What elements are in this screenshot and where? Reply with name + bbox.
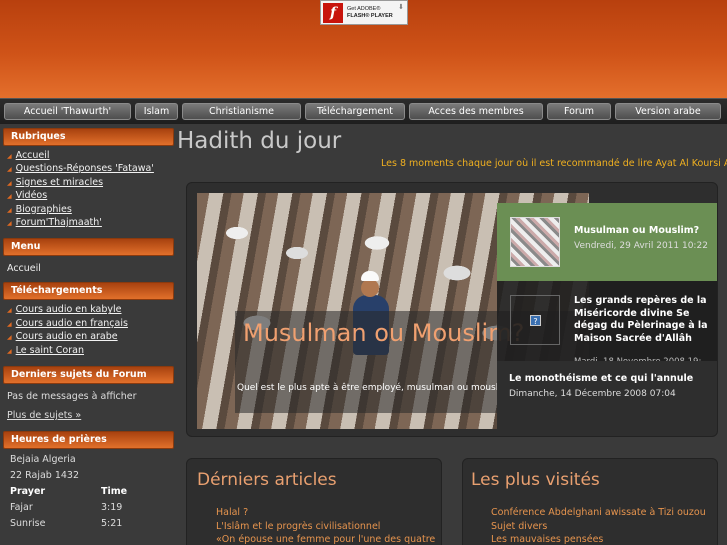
nav-forum[interactable]: Forum [547, 103, 611, 120]
slide-item-date: Dimanche, 14 Décembre 2008 07:04 [509, 389, 676, 399]
get-flash-player-badge[interactable]: f Get ADOBE® FLASH® PLAYER ⬇ [320, 0, 408, 25]
missing-image-icon: ? [530, 315, 541, 326]
slide-item[interactable]: ? Les grands repères de la Miséricorde d… [497, 281, 717, 361]
rubrique-link-signes[interactable]: Signes et miracles [7, 177, 174, 190]
prayer-row: Fajar 3:19 [3, 500, 174, 516]
article-link[interactable]: «On épouse une femme pour l'une des quat… [216, 533, 435, 545]
time-col-header: Time [101, 486, 128, 498]
forum-empty-text: Pas de messages à afficher [7, 391, 137, 403]
rubriques-heading: Rubriques [3, 128, 174, 146]
rubrique-link-accueil[interactable]: Accueil [7, 150, 174, 163]
nav-telechargement[interactable]: Téléchargement [305, 103, 405, 120]
most-visited-list: Conférence Abdelghani awissate à Tizi ou… [491, 506, 706, 545]
menu-heading: Menu [3, 238, 174, 257]
prayer-col-header: Prayer [10, 486, 46, 498]
page-title: Hadith du jour [177, 128, 342, 154]
slide-title[interactable]: Musulman ou Mouslim? [243, 319, 524, 347]
prayer-city: Bejaia Algeria [10, 454, 76, 466]
nav-christianisme[interactable]: Christianisme [182, 103, 301, 120]
forum-topics-heading: Derniers sujets du Forum [3, 366, 174, 385]
rubrique-link-biographies[interactable]: Biographies [7, 204, 174, 217]
slide-item-active[interactable]: Musulman ou Mouslim? Vendredi, 29 Avril … [497, 203, 717, 281]
slide-item-date: Vendredi, 29 Avril 2011 10:22 [574, 241, 708, 251]
main-navigation: Accueil 'Thawurth' Islam Christianisme T… [0, 98, 727, 124]
latest-articles-heading: Dérniers articles [197, 470, 337, 490]
prayer-hijri-date: 22 Rajab 1432 [10, 470, 80, 482]
download-link-coran[interactable]: Le saint Coran [7, 345, 174, 358]
slide-thumbnail: ? [510, 295, 560, 345]
telechargements-heading: Téléchargements [3, 282, 174, 301]
rubrique-link-videos[interactable]: Vidéos [7, 190, 174, 203]
news-ticker[interactable]: Les 8 moments chaque jour où il est reco… [381, 158, 727, 169]
visited-link[interactable]: Conférence Abdelghani awissate à Tizi ou… [491, 506, 706, 520]
prayer-row: Sunrise 5:21 [3, 516, 174, 532]
slide-list: Musulman ou Mouslim? Vendredi, 29 Avril … [497, 203, 717, 429]
download-link-arabe[interactable]: Cours audio en arabe [7, 331, 174, 344]
left-sidebar: Rubriques Accueil Questions-Réponses 'Fa… [3, 128, 174, 532]
latest-articles-list: Halal ? L'Islâm et le progrès civilisati… [216, 506, 435, 545]
flash-line-1: Get ADOBE® [347, 5, 381, 12]
slide-thumbnail [510, 217, 560, 267]
most-visited-heading: Les plus visités [471, 470, 600, 490]
prayer-table-header: Prayer Time [3, 484, 174, 500]
featured-slider: Musulman ou Mouslim? Quel est le plus ap… [186, 182, 718, 437]
rubrique-link-forum[interactable]: Forum'Thajmaath' [7, 217, 174, 230]
telechargements-list: Cours audio en kabyle Cours audio en fra… [3, 300, 174, 362]
slide-item-title: Les grands repères de la Miséricorde div… [574, 295, 708, 344]
slide-item-title: Le monothéisme et ce qui l'annule [509, 373, 694, 384]
nav-islam[interactable]: Islam [135, 103, 178, 120]
menu-item-accueil[interactable]: Accueil [3, 256, 174, 282]
flash-line-2: FLASH® PLAYER [347, 12, 393, 19]
article-link[interactable]: L'Islâm et le progrès civilisationnel [216, 520, 435, 534]
prayer-time: 5:21 [101, 518, 123, 530]
nav-accueil[interactable]: Accueil 'Thawurth' [4, 103, 131, 120]
nav-acces-membres[interactable]: Acces des membres [409, 103, 543, 120]
download-arrow-icon: ⬇ [398, 3, 404, 11]
rubriques-list: Accueil Questions-Réponses 'Fatawa' Sign… [3, 146, 174, 234]
visited-link[interactable]: Sujet divers [491, 520, 706, 534]
prayer-times-table: Bejaia Algeria 22 Rajab 1432 Prayer Time… [3, 449, 174, 532]
main-content: Hadith du jour Les 8 moments chaque jour… [177, 126, 727, 169]
download-link-francais[interactable]: Cours audio en français [7, 318, 174, 331]
slide-description: Quel est le plus apte à être employé, mu… [237, 383, 515, 393]
download-link-kabyle[interactable]: Cours audio en kabyle [7, 304, 174, 317]
latest-articles-panel: Dérniers articles Halal ? L'Islâm et le … [186, 458, 442, 545]
prayer-times-heading: Heures de prières [3, 431, 174, 450]
site-header: f Get ADOBE® FLASH® PLAYER ⬇ [0, 0, 727, 98]
slide-item-title: Musulman ou Mouslim? [574, 225, 700, 236]
most-visited-panel: Les plus visités Conférence Abdelghani a… [462, 458, 718, 545]
article-link[interactable]: Halal ? [216, 506, 435, 520]
flash-icon: f [323, 2, 343, 23]
rubrique-link-fatawa[interactable]: Questions-Réponses 'Fatawa' [7, 163, 174, 176]
slide-item[interactable]: Le monothéisme et ce qui l'annule Dimanc… [497, 361, 717, 429]
nav-version-arabe[interactable]: Version arabe [615, 103, 721, 120]
prayer-time: 3:19 [101, 502, 123, 514]
visited-link[interactable]: Les mauvaises pensées [491, 533, 706, 545]
prayer-name: Fajar [10, 502, 33, 514]
prayer-name: Sunrise [10, 518, 46, 530]
more-topics-link[interactable]: Plus de sujets » [3, 410, 174, 427]
